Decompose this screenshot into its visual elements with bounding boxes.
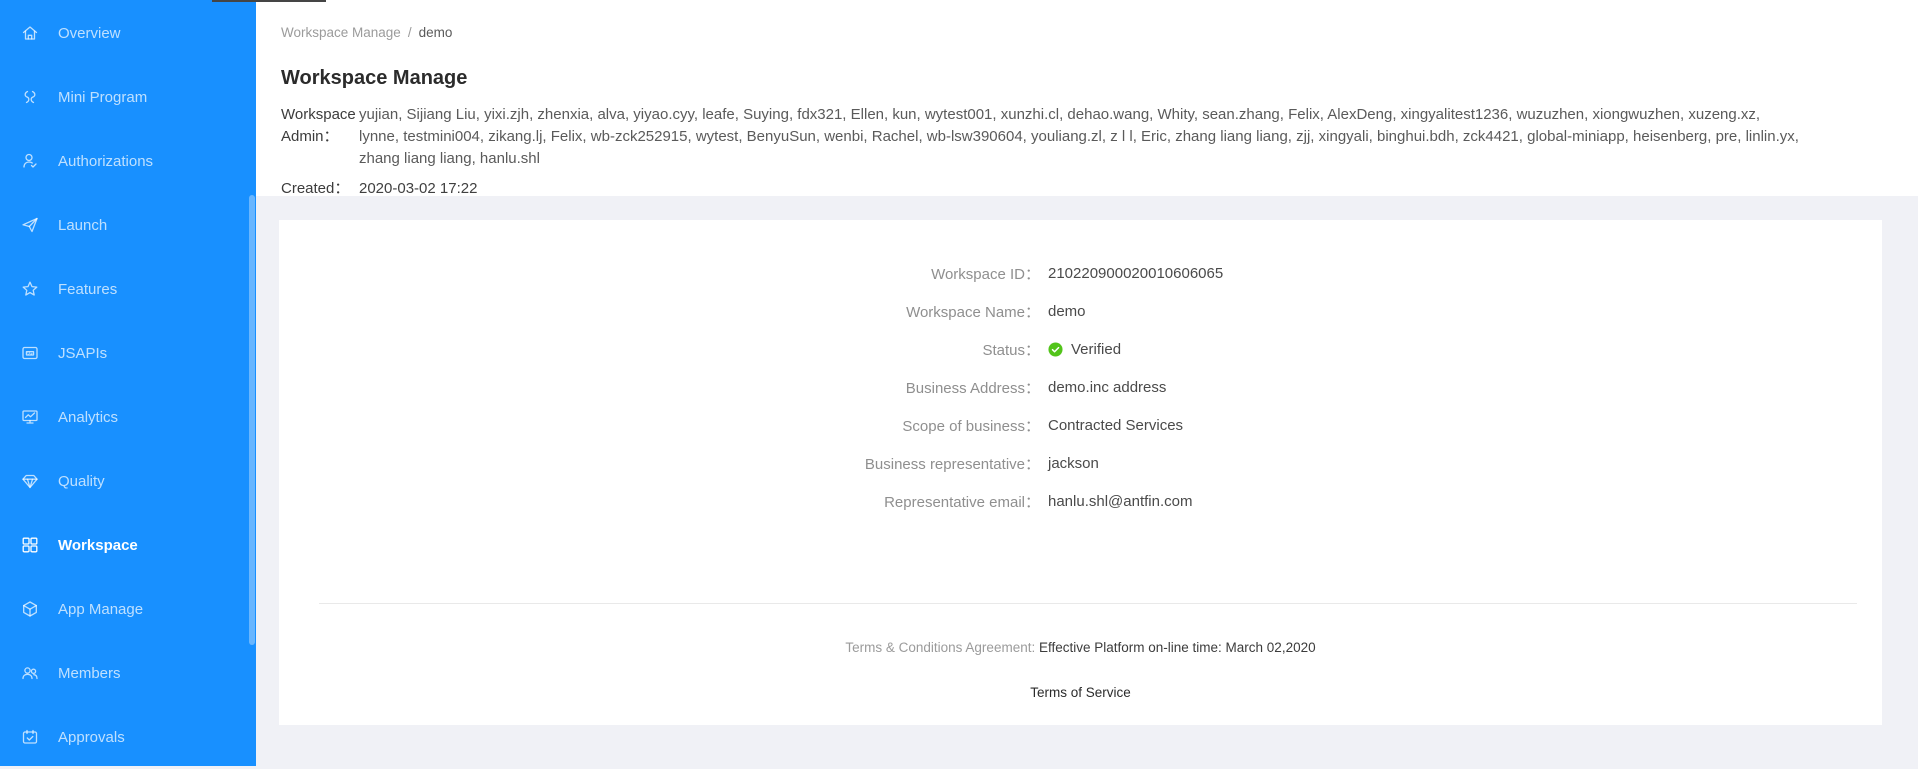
sidebar-item-label: JSAPIs xyxy=(58,344,108,362)
sidebar-item-label: Authorizations xyxy=(58,152,154,170)
workspace-admin-row: Workspace Admin： yujian, Sijiang Liu, yi… xyxy=(281,104,1803,170)
created-row: Created： 2020-03-02 17:22 xyxy=(281,179,1803,199)
sidebar-item-overview[interactable]: Overview xyxy=(0,1,256,65)
mini-program-icon xyxy=(20,87,40,107)
field-row-status: Status： Verified xyxy=(279,341,1882,359)
sidebar-item-approvals[interactable]: Approvals xyxy=(0,705,256,769)
field-value-text: hanlu.shl@antfin.com xyxy=(1048,492,1193,510)
sidebar-scrollbar-thumb[interactable] xyxy=(249,195,255,645)
sidebar-item-mini-program[interactable]: Mini Program xyxy=(0,65,256,129)
workspace-admin-label: Workspace Admin： xyxy=(281,106,356,145)
home-icon xyxy=(20,23,40,43)
field-value: demo.inc address xyxy=(1048,379,1166,396)
created-label: Created： xyxy=(281,180,350,197)
workspace-detail-card: Workspace ID： 210220900020010606065 Worksp… xyxy=(279,220,1882,725)
field-value-text: demo.inc address xyxy=(1048,378,1167,396)
breadcrumb-separator: / xyxy=(407,25,412,40)
field-label: Workspace ID： xyxy=(931,265,1040,283)
field-value: Contracted Services xyxy=(1048,417,1183,434)
sidebar-item-label: App Manage xyxy=(58,600,144,618)
breadcrumb: Workspace Manage / demo xyxy=(281,0,1803,40)
detail-fields: Workspace ID： 210220900020010606065 Worksp… xyxy=(279,265,1882,531)
terms-of-service-link[interactable]: Terms of Service xyxy=(1030,685,1131,700)
field-row-scope-of-business: Scope of business： Contracted Services xyxy=(279,417,1882,435)
page-title: Workspace Manage xyxy=(281,67,468,89)
terms-agreement-value: Effective Platform on-line time: March 0… xyxy=(1035,640,1316,655)
sidebar-item-label: Launch xyxy=(58,216,108,234)
sidebar-item-label: Overview xyxy=(58,24,121,42)
field-label: Representative email： xyxy=(884,493,1040,511)
sidebar-item-app-manage[interactable]: App Manage xyxy=(0,577,256,641)
sidebar-item-members[interactable]: Members xyxy=(0,641,256,705)
breadcrumb-parent[interactable]: Workspace Manage xyxy=(281,25,401,40)
sidebar-item-label: Analytics xyxy=(58,408,119,426)
sidebar-item-label: Quality xyxy=(58,472,105,490)
sidebar-item-label: Mini Program xyxy=(58,88,148,106)
user-check-icon xyxy=(20,151,40,171)
sidebar-item-features[interactable]: Features xyxy=(0,257,256,321)
field-value: jackson xyxy=(1048,455,1099,472)
page-header: Workspace Manage / demo Workspace Manage W… xyxy=(256,0,1918,199)
sidebar-item-label: Workspace xyxy=(58,536,138,554)
field-label: Status： xyxy=(982,341,1040,359)
field-label: Scope of business： xyxy=(902,417,1040,435)
terms-agreement-label: Terms & Conditions Agreement: xyxy=(845,640,1036,655)
field-value: hanlu.shl@antfin.com xyxy=(1048,493,1192,510)
sidebar-item-label: Features xyxy=(58,280,118,298)
sidebar-menu: Overview Mini Program Authorizations Launch… xyxy=(0,0,256,769)
sidebar-item-label: Members xyxy=(58,664,121,682)
verified-icon xyxy=(1048,341,1063,357)
main-content: Workspace Manage / demo Workspace Manage W… xyxy=(256,0,1918,766)
sidebar-item-authorizations[interactable]: Authorizations xyxy=(0,129,256,193)
grid-icon xyxy=(20,535,40,555)
field-row-representative-email: Representative email： hanlu.shl@antfin.co… xyxy=(279,493,1882,511)
sidebar-item-launch[interactable]: Launch xyxy=(0,193,256,257)
workspace-admin-value: yujian, Sijiang Liu, yixi.zjh, zhenxia, … xyxy=(359,106,1799,167)
field-label: Business representative： xyxy=(864,455,1040,473)
api-icon: API xyxy=(20,343,40,363)
field-value-text: Verified xyxy=(1071,340,1122,358)
sidebar-item-jsapis[interactable]: API JSAPIs xyxy=(0,321,256,385)
terms-agreement-line: Terms & Conditions Agreement: Effective … xyxy=(279,640,1882,655)
field-row-business-address: Business Address： demo.inc address xyxy=(279,379,1882,397)
field-row-workspace-name: Workspace Name： demo xyxy=(279,303,1882,321)
paper-plane-icon xyxy=(20,215,40,235)
field-value-text: Contracted Services xyxy=(1048,416,1184,434)
field-row-business-representative: Business representative： jackson xyxy=(279,455,1882,473)
members-icon xyxy=(20,663,40,683)
sidebar-item-workspace[interactable]: Workspace xyxy=(0,513,256,577)
field-row-workspace-id: Workspace ID： 210220900020010606065 xyxy=(279,265,1882,283)
field-value: demo xyxy=(1048,303,1086,320)
analytics-chart-icon xyxy=(20,407,40,427)
top-edge-artifact xyxy=(212,0,326,2)
field-value: 210220900020010606065 xyxy=(1048,265,1223,282)
star-icon xyxy=(20,279,40,299)
sidebar-item-label: Approvals xyxy=(58,728,125,746)
created-value: 2020-03-02 17:22 xyxy=(359,180,478,197)
terms-link-row: Terms of Service xyxy=(279,684,1882,702)
sidebar-item-analytics[interactable]: Analytics xyxy=(0,385,256,449)
field-value-text: demo xyxy=(1048,302,1086,320)
field-label: Business Address： xyxy=(905,379,1040,397)
field-value-text: jackson xyxy=(1048,454,1099,472)
cube-icon xyxy=(20,599,40,619)
field-label: Workspace Name： xyxy=(906,303,1040,321)
breadcrumb-current: demo xyxy=(418,25,453,40)
gem-icon xyxy=(20,471,40,491)
field-value: Verified xyxy=(1048,341,1121,358)
sidebar: Overview Mini Program Authorizations Launch… xyxy=(0,0,256,766)
card-divider xyxy=(319,603,1857,604)
field-value-text: 210220900020010606065 xyxy=(1048,264,1224,282)
calendar-check-icon xyxy=(20,727,40,747)
sidebar-item-quality[interactable]: Quality xyxy=(0,449,256,513)
svg-text:API: API xyxy=(27,351,34,356)
